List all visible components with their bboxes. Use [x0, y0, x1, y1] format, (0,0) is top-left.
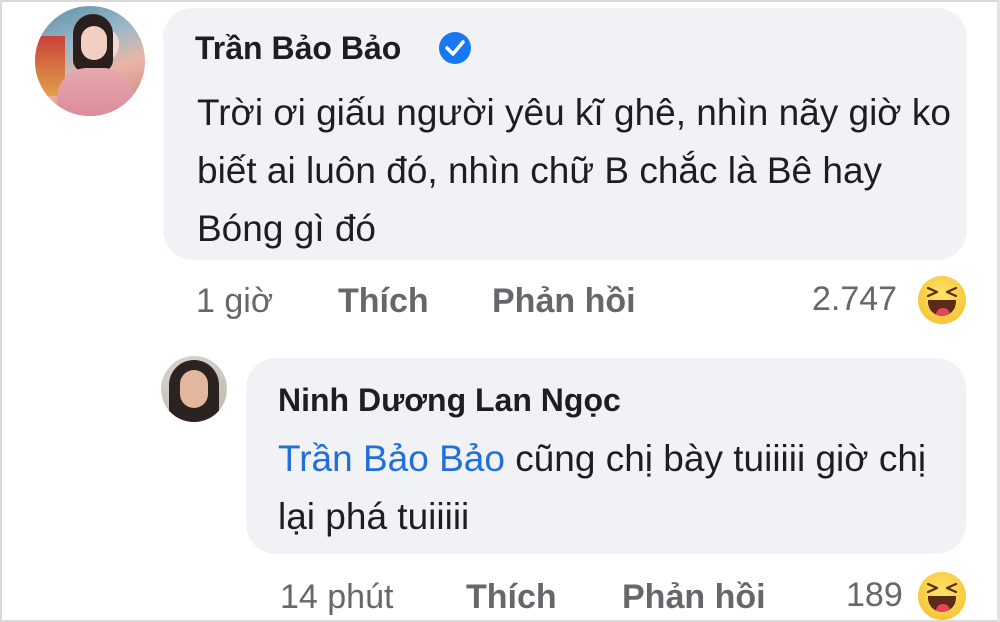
comment-bubble: Trần Bảo Bảo Trời ơi giấu người yêu kĩ g… [163, 8, 967, 260]
mention-link[interactable]: Trần Bảo Bảo [278, 438, 505, 479]
verified-badge-icon [439, 32, 471, 64]
comment-timestamp[interactable]: 14 phút [280, 578, 393, 617]
like-button[interactable]: Thích [338, 282, 429, 321]
comment-author[interactable]: Ninh Dương Lan Ngọc [278, 382, 621, 419]
avatar-tran-bao-bao[interactable] [35, 6, 145, 116]
comment-text: Trời ơi giấu người yêu kĩ ghê, nhìn nãy … [197, 92, 951, 249]
comment-author[interactable]: Trần Bảo Bảo [195, 30, 401, 67]
reaction-count[interactable]: 189 [846, 576, 903, 615]
reply-bubble: Ninh Dương Lan Ngọc Trần Bảo Bảo cũng ch… [246, 358, 966, 554]
comment-text: Trần Bảo Bảo cũng chị bày tuiiiii giờ ch… [278, 430, 958, 546]
haha-emoji-icon[interactable] [918, 572, 966, 620]
haha-emoji-icon[interactable] [918, 276, 966, 324]
comment-timestamp[interactable]: 1 giờ [196, 282, 273, 321]
reaction-count[interactable]: 2.747 [812, 280, 897, 319]
like-button[interactable]: Thích [466, 578, 557, 617]
avatar-ninh-duong-lan-ngoc[interactable] [161, 356, 227, 422]
reply-button[interactable]: Phản hồi [492, 282, 636, 321]
reply-button[interactable]: Phản hồi [622, 578, 766, 617]
